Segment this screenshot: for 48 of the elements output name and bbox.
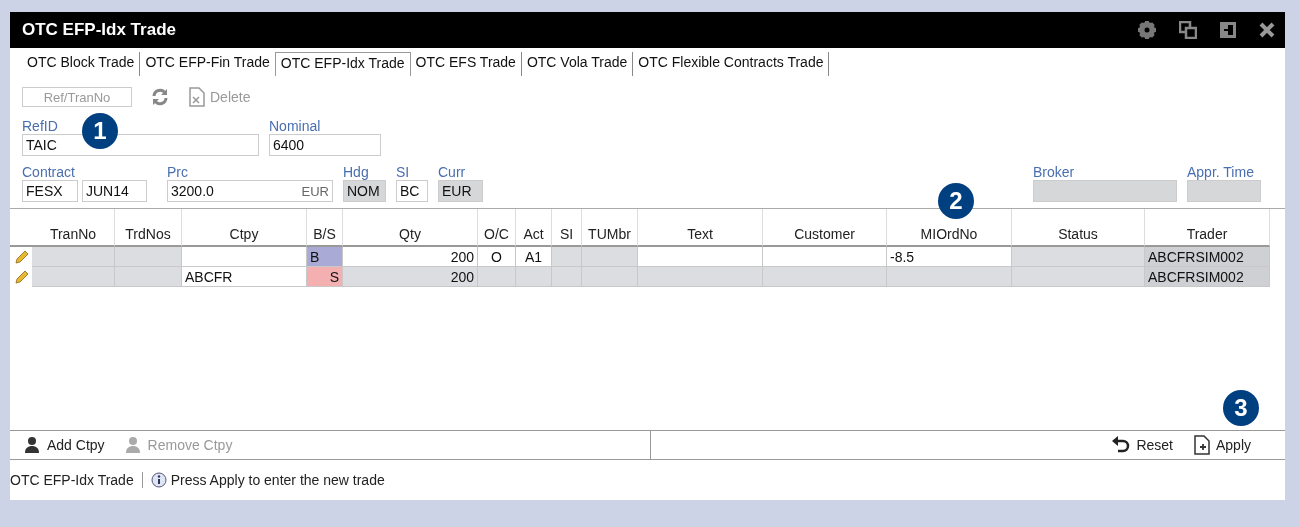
apply-button[interactable]: Apply	[1192, 435, 1251, 455]
person-icon	[124, 436, 143, 454]
table-cell: A1	[516, 247, 552, 267]
table-cell: ABCFR	[182, 267, 307, 287]
pencil-icon	[14, 249, 28, 265]
tab[interactable]: OTC EFS Trade	[410, 52, 522, 76]
window-title: OTC EFP-Idx Trade	[22, 20, 177, 40]
tab[interactable]: OTC Block Trade	[22, 52, 141, 76]
field-label: Curr	[438, 164, 466, 180]
input-field[interactable]: JUN14	[82, 180, 147, 202]
field-label: Hdg	[343, 164, 369, 180]
status-message: Press Apply to enter the new trade	[170, 472, 385, 488]
person-icon	[24, 436, 42, 454]
settings-icon[interactable]	[1137, 20, 1157, 40]
document-icon	[1192, 435, 1211, 455]
input-field[interactable]: FESX	[22, 180, 78, 202]
table-cell: B	[307, 247, 343, 267]
table-cell: O	[478, 247, 516, 267]
field-label: Nominal	[269, 118, 321, 134]
table-cell: ABCFRSIM002	[1145, 267, 1270, 287]
input-field[interactable]: 6400	[269, 134, 381, 156]
field-label: Prc	[167, 164, 188, 180]
dock-icon[interactable]	[1219, 21, 1237, 39]
table-cell: -8.5	[887, 247, 1012, 267]
input-field[interactable]: 3200.0 EUR	[167, 180, 333, 202]
table-cell: 200	[343, 247, 478, 267]
input-field[interactable]: BC	[396, 180, 428, 202]
undo-icon	[1111, 436, 1132, 454]
reset-button[interactable]: Reset	[1111, 436, 1173, 454]
refresh-icon[interactable]	[150, 87, 170, 107]
pencil-icon	[14, 269, 28, 285]
field-label: Appr. Time	[1187, 164, 1254, 180]
info-icon	[150, 472, 167, 488]
tab[interactable]: OTC Flexible Contracts Trade	[633, 52, 830, 76]
field-label: RefID	[22, 118, 58, 134]
field-label: Contract	[22, 164, 75, 180]
tab[interactable]: OTC EFP-Idx Trade	[274, 52, 411, 76]
status-view: OTC EFP-Idx Trade	[10, 472, 143, 488]
restore-icon[interactable]	[1179, 21, 1197, 39]
table-cell: ABCFRSIM002	[1145, 247, 1270, 267]
close-icon[interactable]	[1259, 22, 1275, 38]
field-label: SI	[396, 164, 410, 180]
field-label: Broker	[1033, 164, 1075, 180]
counterparty-button[interactable]: Add Ctpy	[24, 436, 105, 454]
table-cell: 200	[343, 267, 478, 287]
delete-icon	[188, 87, 206, 107]
tab[interactable]: OTC Vola Trade	[521, 52, 634, 76]
table-cell: S	[307, 267, 343, 287]
